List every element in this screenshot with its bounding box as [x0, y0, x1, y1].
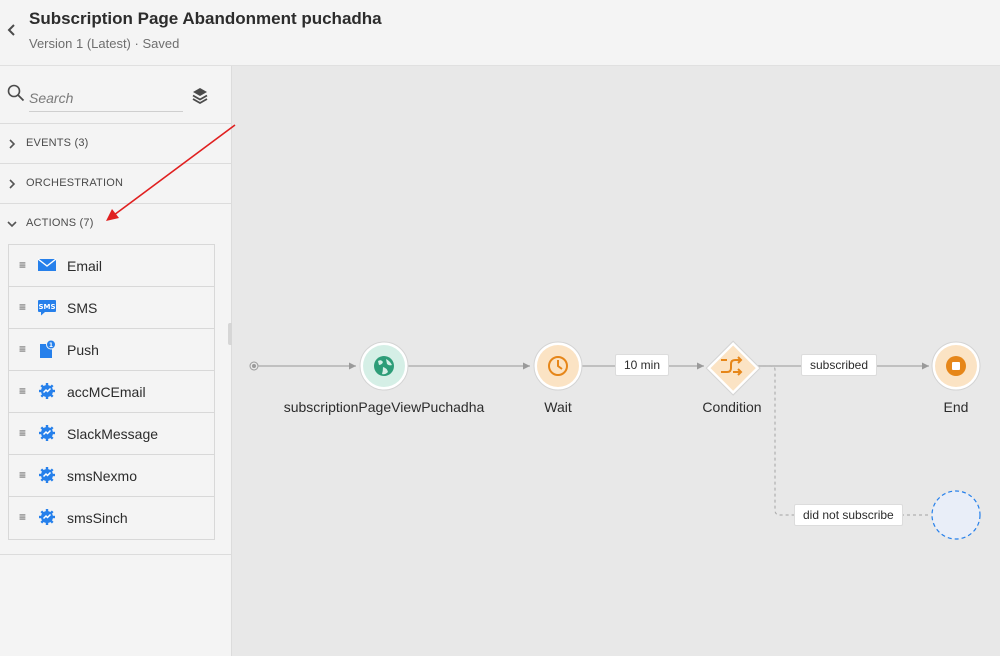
annotation-arrow: [106, 124, 236, 221]
